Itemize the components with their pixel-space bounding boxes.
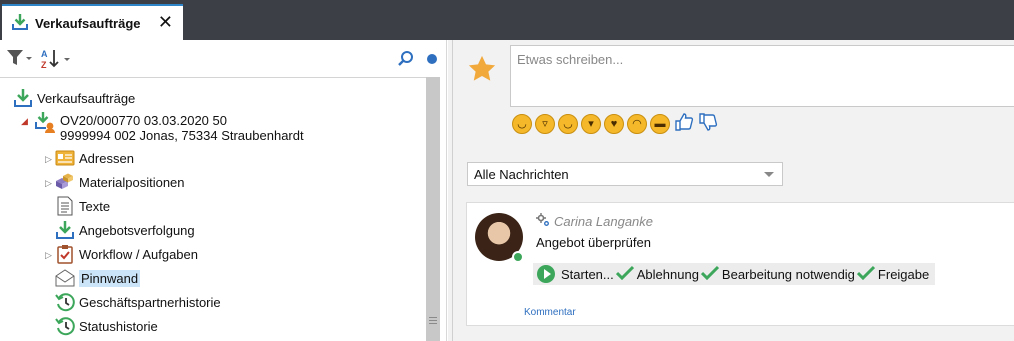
message-filter-value: Alle Nachrichten xyxy=(474,167,569,182)
emoji-frown-icon[interactable]: ◠ xyxy=(627,113,647,134)
gear-icon xyxy=(536,213,550,230)
tree-item-label: Verkaufsaufträge xyxy=(37,90,136,106)
search-icon[interactable] xyxy=(397,50,415,71)
checkmark-icon xyxy=(700,265,719,284)
checkmark-icon xyxy=(856,265,875,284)
play-icon xyxy=(537,265,555,283)
emoji-grin-icon[interactable]: ▿ xyxy=(535,113,555,134)
navigation-panel: AZ Verkaufsaufträge ◢ OV20/000770 03.03.… xyxy=(0,40,447,341)
download-arrow-icon xyxy=(55,220,75,240)
compose-input[interactable]: Etwas schreiben... xyxy=(510,45,1014,107)
workflow-bearbeitung-button[interactable]: Bearbeitung notwendig xyxy=(700,265,855,284)
tree-item-adressen[interactable]: Adressen xyxy=(55,148,134,168)
pinboard-panel: Etwas schreiben... ◡ ▿ ◡ ▾ ♥ ◠ ▬ Alle Na… xyxy=(448,40,1014,341)
tree-item-workflow[interactable]: Workflow / Aufgaben xyxy=(55,244,198,264)
tree-item-label: Pinnwand xyxy=(79,269,141,287)
expand-arrow-icon[interactable]: ▷ xyxy=(45,250,52,261)
tree-item-label: Materialpositionen xyxy=(79,174,185,190)
workflow-ablehnung-label: Ablehnung xyxy=(636,266,699,282)
post-author: Carina Langanke xyxy=(536,213,653,230)
workflow-actions: Starten... Ablehnung Bearbeitung notwend… xyxy=(533,263,936,285)
thumbs-down-icon[interactable] xyxy=(698,112,718,135)
tree-item-label: Adressen xyxy=(79,150,134,166)
document-icon xyxy=(55,196,75,216)
workflow-bearbeitung-label: Bearbeitung notwendig xyxy=(721,266,855,282)
address-card-icon xyxy=(55,148,75,168)
emoji-angry-icon[interactable]: ▬ xyxy=(650,113,670,134)
download-arrow-icon xyxy=(13,88,33,108)
tree-item-texte[interactable]: Texte xyxy=(55,196,110,216)
workflow-freigabe-label: Freigabe xyxy=(877,266,930,282)
emoji-bar: ◡ ▿ ◡ ▾ ♥ ◠ ▬ xyxy=(512,112,721,135)
chevron-down-icon xyxy=(764,172,774,177)
history-icon xyxy=(55,316,75,336)
emoji-smile-icon[interactable]: ◡ xyxy=(512,113,532,134)
filter-icon[interactable] xyxy=(6,48,34,71)
tab-title: Verkaufsaufträge xyxy=(35,15,141,31)
online-status-icon xyxy=(512,251,524,263)
tree-item-statushistorie[interactable]: Statushistorie xyxy=(55,316,158,336)
workflow-ablehnung-button[interactable]: Ablehnung xyxy=(615,265,699,284)
tree-item-pinnwand[interactable]: Pinnwand xyxy=(55,268,141,288)
history-icon xyxy=(55,292,75,312)
close-icon[interactable]: ✕ xyxy=(158,12,173,32)
post-card: Carina Langanke Angebot überprüfen Start… xyxy=(466,202,1014,326)
svg-text:A: A xyxy=(41,49,48,59)
tree-item-verkaufsauftraege[interactable]: Verkaufsaufträge xyxy=(13,88,135,108)
status-dot-icon[interactable] xyxy=(427,54,437,64)
collapse-arrow-icon[interactable]: ◢ xyxy=(21,116,28,127)
pinboard-content: Etwas schreiben... ◡ ▿ ◡ ▾ ♥ ◠ ▬ Alle Na… xyxy=(452,40,1014,341)
tab-bar: Verkaufsaufträge ✕ xyxy=(0,0,1014,40)
emoji-heart-eyes-icon[interactable]: ♥ xyxy=(604,113,624,134)
message-filter-select[interactable]: Alle Nachrichten xyxy=(467,162,783,186)
navigation-toolbar: AZ xyxy=(0,40,446,76)
author-name: Carina Langanke xyxy=(554,214,654,229)
emoji-wink-icon[interactable]: ◡ xyxy=(558,113,578,134)
tree-item-order[interactable]: OV20/000770 03.03.2020 50 9999994 002 Jo… xyxy=(60,113,304,143)
expand-arrow-icon[interactable]: ▷ xyxy=(45,178,52,189)
tree-item-label: Statushistorie xyxy=(79,318,158,334)
post-message: Angebot überprüfen xyxy=(536,235,651,250)
star-icon[interactable] xyxy=(467,54,497,87)
order-line-2: 9999994 002 Jonas, 75334 Straubenhardt xyxy=(60,128,304,143)
scroll-grip xyxy=(429,317,437,325)
scrollbar[interactable] xyxy=(426,77,440,341)
workflow-start-label: Starten... xyxy=(561,266,614,282)
sort-az-icon[interactable]: AZ xyxy=(40,48,74,73)
svg-text:Z: Z xyxy=(41,60,47,70)
expand-arrow-icon[interactable]: ▷ xyxy=(45,154,52,165)
boxes-icon xyxy=(55,172,75,192)
tree-item-materialpositionen[interactable]: Materialpositionen xyxy=(55,172,185,192)
download-arrow-icon xyxy=(11,13,29,34)
thumbs-up-icon[interactable] xyxy=(674,112,694,135)
tab-verkaufsauftraege[interactable]: Verkaufsaufträge ✕ xyxy=(2,4,183,40)
tree-item-angebotsverfolgung[interactable]: Angebotsverfolgung xyxy=(55,220,195,240)
checkmark-icon xyxy=(615,265,634,284)
workflow-start-button[interactable]: Starten... xyxy=(537,265,614,283)
envelope-icon xyxy=(55,268,75,288)
order-person-icon xyxy=(34,111,56,133)
comment-link[interactable]: Kommentar xyxy=(524,307,576,318)
workflow-freigabe-button[interactable]: Freigabe xyxy=(856,265,930,284)
tree-item-label: Geschäftspartnerhistorie xyxy=(79,294,221,310)
tree-item-label: Workflow / Aufgaben xyxy=(79,246,198,262)
tree-item-label: Angebotsverfolgung xyxy=(79,222,195,238)
tree-item-label: Texte xyxy=(79,198,111,214)
tree-item-geschaeftspartnerhistorie[interactable]: Geschäftspartnerhistorie xyxy=(55,292,221,312)
clipboard-check-icon xyxy=(55,244,75,264)
emoji-tongue-icon[interactable]: ▾ xyxy=(581,113,601,134)
order-line-1: OV20/000770 03.03.2020 50 xyxy=(60,113,227,128)
